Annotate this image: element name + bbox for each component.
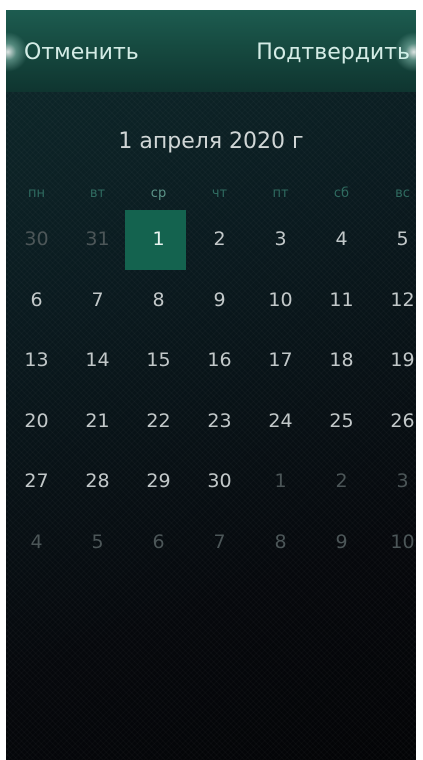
calendar-day[interactable]: 18: [313, 331, 371, 389]
calendar-day[interactable]: 2: [191, 210, 249, 268]
calendar-day[interactable]: 12: [374, 271, 417, 329]
calendar-day[interactable]: 2: [313, 452, 371, 510]
calendar-day[interactable]: 6: [8, 271, 66, 329]
weekday-label: ср: [150, 186, 167, 201]
calendar-day[interactable]: 4: [8, 513, 66, 571]
calendar-day[interactable]: 25: [313, 392, 371, 450]
calendar-day[interactable]: 5: [69, 513, 127, 571]
calendar-day[interactable]: 8: [252, 513, 310, 571]
confirm-button[interactable]: Подтвердить: [256, 40, 410, 66]
calendar-day[interactable]: 29: [130, 452, 188, 510]
weekday-label: пн: [28, 186, 45, 201]
calendar-day[interactable]: 10: [374, 513, 417, 571]
weekday-label: сб: [333, 186, 350, 201]
dialog-header: Отменить Подтвердить: [6, 10, 416, 92]
calendar-day-selected[interactable]: 1: [130, 210, 188, 268]
calendar-day[interactable]: 30: [191, 452, 249, 510]
calendar-day[interactable]: 5: [374, 210, 417, 268]
calendar-day[interactable]: 8: [130, 271, 188, 329]
calendar-day[interactable]: 3: [374, 452, 417, 510]
calendar-day[interactable]: 3: [252, 210, 310, 268]
calendar-day[interactable]: 13: [8, 331, 66, 389]
cancel-button[interactable]: Отменить: [24, 40, 139, 66]
calendar-day[interactable]: 27: [8, 452, 66, 510]
calendar-day[interactable]: 22: [130, 392, 188, 450]
calendar-day[interactable]: 4: [313, 210, 371, 268]
calendar-day[interactable]: 19: [374, 331, 417, 389]
calendar-day[interactable]: 11: [313, 271, 371, 329]
calendar-day[interactable]: 9: [191, 271, 249, 329]
weekday-label: пт: [272, 186, 289, 201]
calendar-day[interactable]: 9: [313, 513, 371, 571]
calendar-day[interactable]: 23: [191, 392, 249, 450]
calendar-day[interactable]: 17: [252, 331, 310, 389]
date-picker-screen: Отменить Подтвердить 1 апреля 2020 г пн в…: [6, 10, 416, 760]
weekday-label: вт: [89, 186, 106, 201]
calendar-day[interactable]: 7: [191, 513, 249, 571]
calendar-day[interactable]: 6: [130, 513, 188, 571]
calendar-day[interactable]: 26: [374, 392, 417, 450]
calendar-day[interactable]: 7: [69, 271, 127, 329]
calendar-day[interactable]: 28: [69, 452, 127, 510]
calendar-day[interactable]: 20: [8, 392, 66, 450]
selected-date-title: 1 апреля 2020 г: [118, 129, 304, 154]
weekday-label: вс: [395, 186, 410, 201]
calendar-day[interactable]: 16: [191, 331, 249, 389]
weekday-label: чт: [211, 186, 228, 201]
calendar-day[interactable]: 14: [69, 331, 127, 389]
calendar-day[interactable]: 30: [8, 210, 66, 268]
calendar-day[interactable]: 31: [69, 210, 127, 268]
calendar-day[interactable]: 10: [252, 271, 310, 329]
calendar-day[interactable]: 24: [252, 392, 310, 450]
calendar-day[interactable]: 15: [130, 331, 188, 389]
calendar-day[interactable]: 1: [252, 452, 310, 510]
calendar-day[interactable]: 21: [69, 392, 127, 450]
